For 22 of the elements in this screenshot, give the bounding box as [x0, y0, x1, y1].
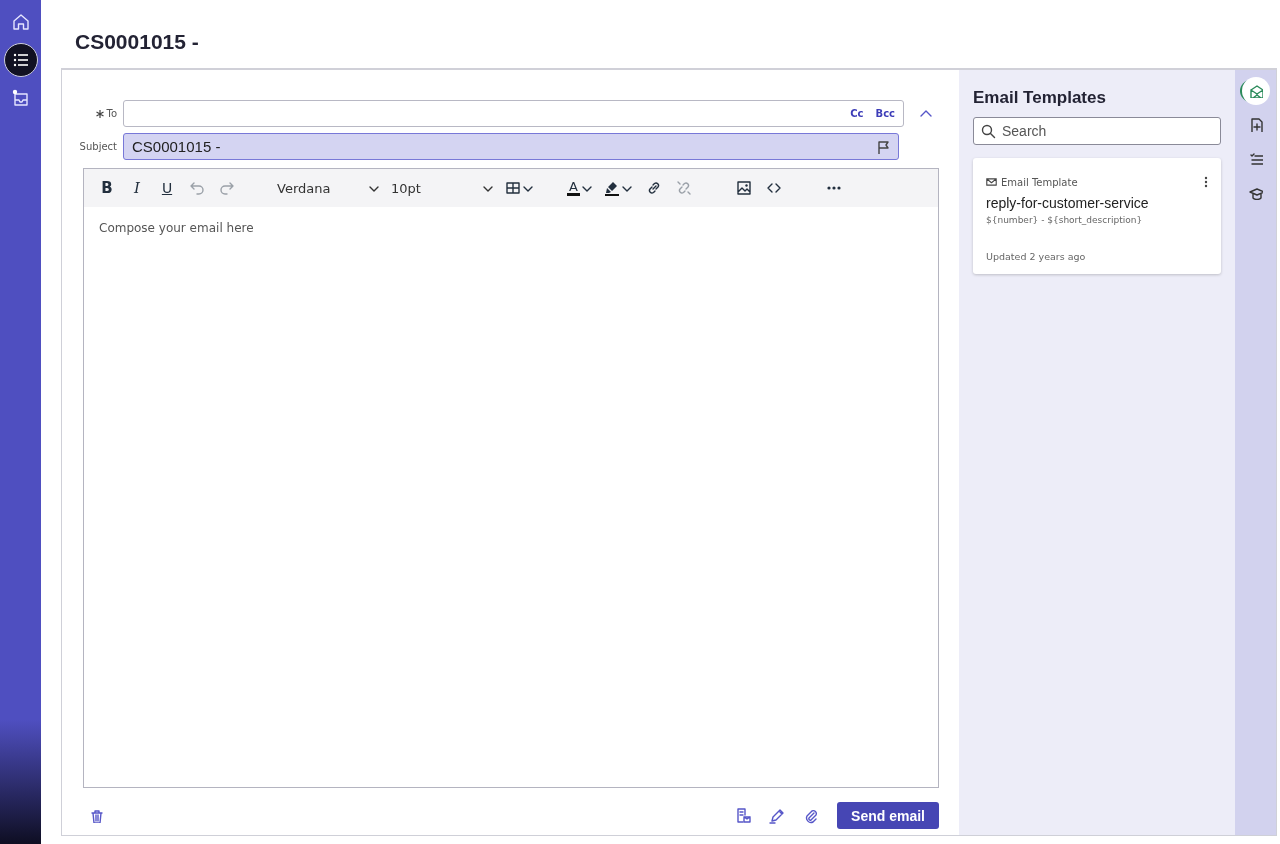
to-label-text: To: [106, 108, 117, 119]
updated-time: Updated 2 years ago: [986, 251, 1087, 262]
cc-link[interactable]: Cc: [850, 108, 864, 119]
underline-button[interactable]: U: [154, 174, 180, 202]
bcc-link[interactable]: Bcc: [875, 108, 895, 119]
size-select[interactable]: 10pt: [388, 174, 498, 202]
font-select[interactable]: Verdana: [274, 174, 384, 202]
bold-button[interactable]: B: [94, 174, 120, 202]
template-name: reply-for-customer-service: [986, 195, 1150, 211]
email-body-field[interactable]: Compose your email here: [83, 207, 939, 788]
template-subject: ${number} - ${short_description}: [986, 215, 1144, 225]
template-card[interactable]: Email Template reply-for-customer-service ${number} - ${short_description} Updated 2 years ago: [973, 158, 1221, 274]
text-color-button[interactable]: A: [564, 174, 597, 202]
search-field[interactable]: Search: [973, 117, 1221, 145]
template-type: Email Template: [1001, 176, 1078, 188]
italic-button[interactable]: I: [124, 174, 150, 202]
subject-field[interactable]: CS0001015 -: [123, 133, 899, 160]
send-email-button[interactable]: Send email: [837, 802, 939, 829]
page-title: CS0001015 -: [75, 30, 200, 54]
to-field[interactable]: Cc Bcc: [123, 100, 904, 127]
subject-input[interactable]: CS0001015 -: [130, 137, 864, 156]
panel-title: Email Templates: [973, 88, 1107, 108]
